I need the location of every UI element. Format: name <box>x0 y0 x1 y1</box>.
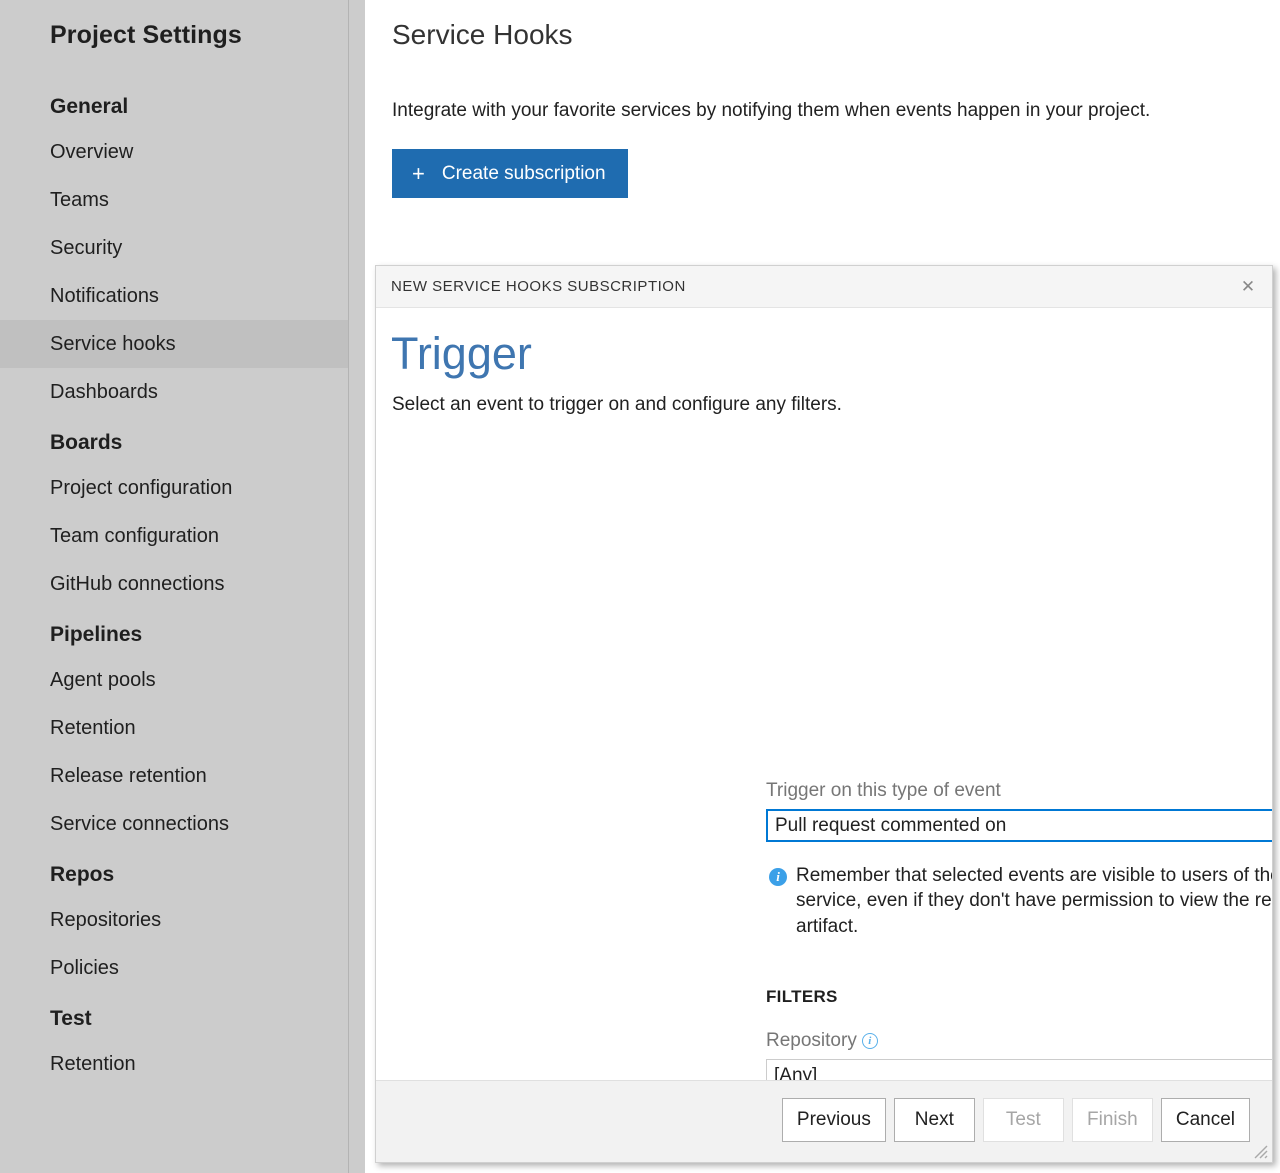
sidebar-item-label: Retention <box>50 717 136 740</box>
sidebar-item-repositories[interactable]: Repositories <box>0 896 349 944</box>
new-subscription-dialog: NEW SERVICE HOOKS SUBSCRIPTION ✕ Trigger… <box>375 265 1273 1163</box>
filters-heading: FILTERS <box>766 987 838 1007</box>
create-subscription-button[interactable]: + Create subscription <box>392 149 628 198</box>
repository-label-text: Repository <box>766 1030 857 1051</box>
sidebar-item-security[interactable]: Security <box>0 224 349 272</box>
sidebar-group-heading-test: Test <box>50 1007 92 1031</box>
event-type-select-wrapper[interactable]: Pull request commented on <box>766 809 1273 842</box>
sidebar-item-release-retention[interactable]: Release retention <box>0 752 349 800</box>
previous-button[interactable]: Previous <box>782 1098 886 1142</box>
sidebar-group-heading-pipelines: Pipelines <box>50 623 142 647</box>
sidebar-item-overview[interactable]: Overview <box>0 128 349 176</box>
sidebar-item-label: Security <box>50 237 122 260</box>
sidebar-item-notifications[interactable]: Notifications <box>0 272 349 320</box>
sidebar-item-label: Service connections <box>50 813 229 836</box>
close-icon[interactable]: ✕ <box>1236 275 1260 299</box>
sidebar-item-label: GitHub connections <box>50 573 225 596</box>
dialog-body: Trigger Select an event to trigger on an… <box>376 309 1272 1081</box>
sidebar-edge-filler <box>349 0 365 1173</box>
plus-icon: + <box>412 163 425 185</box>
sidebar-item-dashboards[interactable]: Dashboards <box>0 368 349 416</box>
dialog-footer: Previous Next Test Finish Cancel <box>376 1080 1272 1162</box>
settings-sidebar: Project Settings General Overview Teams Sec… <box>0 0 349 1173</box>
sidebar-item-retention[interactable]: Retention <box>0 704 349 752</box>
sidebar-item-label: Service hooks <box>50 333 176 356</box>
event-type-select[interactable]: Pull request commented on <box>766 809 1273 842</box>
info-circle-filled-icon: i <box>769 868 787 886</box>
sidebar-item-service-hooks[interactable]: Service hooks <box>0 320 349 368</box>
repository-label: Repository i <box>766 1030 878 1052</box>
sidebar-item-label: Overview <box>50 141 133 164</box>
cancel-button[interactable]: Cancel <box>1161 1098 1250 1142</box>
test-button: Test <box>983 1098 1064 1142</box>
sidebar-item-label: Notifications <box>50 285 159 308</box>
event-type-label: Trigger on this type of event <box>766 780 1001 802</box>
sidebar-item-github-connections[interactable]: GitHub connections <box>0 560 349 608</box>
wizard-step-title: Trigger <box>391 331 532 376</box>
sidebar-item-label: Team configuration <box>50 525 219 548</box>
sidebar-item-label: Agent pools <box>50 669 156 692</box>
sidebar-item-agent-pools[interactable]: Agent pools <box>0 656 349 704</box>
page-description: Integrate with your favorite services by… <box>392 100 1150 122</box>
app-root: Project Settings General Overview Teams Sec… <box>0 0 1280 1173</box>
wizard-step-subtitle: Select an event to trigger on and config… <box>392 394 842 416</box>
sidebar-item-label: Retention <box>50 1053 136 1076</box>
sidebar-item-teams[interactable]: Teams <box>0 176 349 224</box>
dialog-header: NEW SERVICE HOOKS SUBSCRIPTION ✕ <box>376 266 1272 308</box>
sidebar-item-label: Project configuration <box>50 477 232 500</box>
finish-button: Finish <box>1072 1098 1153 1142</box>
event-visibility-note-text: Remember that selected events are visibl… <box>796 863 1273 939</box>
page-title: Service Hooks <box>392 19 573 51</box>
sidebar-item-project-configuration[interactable]: Project configuration <box>0 464 349 512</box>
sidebar-item-team-configuration[interactable]: Team configuration <box>0 512 349 560</box>
sidebar-group-heading-repos: Repos <box>50 863 114 887</box>
resize-grip-icon[interactable] <box>1252 1143 1268 1159</box>
sidebar-item-policies[interactable]: Policies <box>0 944 349 992</box>
sidebar-item-label: Policies <box>50 957 119 980</box>
sidebar-item-label: Dashboards <box>50 381 158 404</box>
sidebar-item-label: Repositories <box>50 909 161 932</box>
sidebar-item-label: Release retention <box>50 765 207 788</box>
sidebar-item-label: Teams <box>50 189 109 212</box>
event-visibility-note: i Remember that selected events are visi… <box>769 863 1273 939</box>
create-subscription-label: Create subscription <box>442 163 606 185</box>
next-button[interactable]: Next <box>894 1098 975 1142</box>
sidebar-group-heading-boards: Boards <box>50 431 122 455</box>
sidebar-item-service-connections[interactable]: Service connections <box>0 800 349 848</box>
sidebar-title: Project Settings <box>50 21 242 50</box>
info-circle-outline-icon[interactable]: i <box>862 1033 878 1049</box>
dialog-title: NEW SERVICE HOOKS SUBSCRIPTION <box>391 278 686 295</box>
sidebar-group-heading-general: General <box>50 95 128 119</box>
dialog-footer-buttons: Previous Next Test Finish Cancel <box>782 1098 1250 1142</box>
sidebar-item-retention[interactable]: Retention <box>0 1040 349 1088</box>
